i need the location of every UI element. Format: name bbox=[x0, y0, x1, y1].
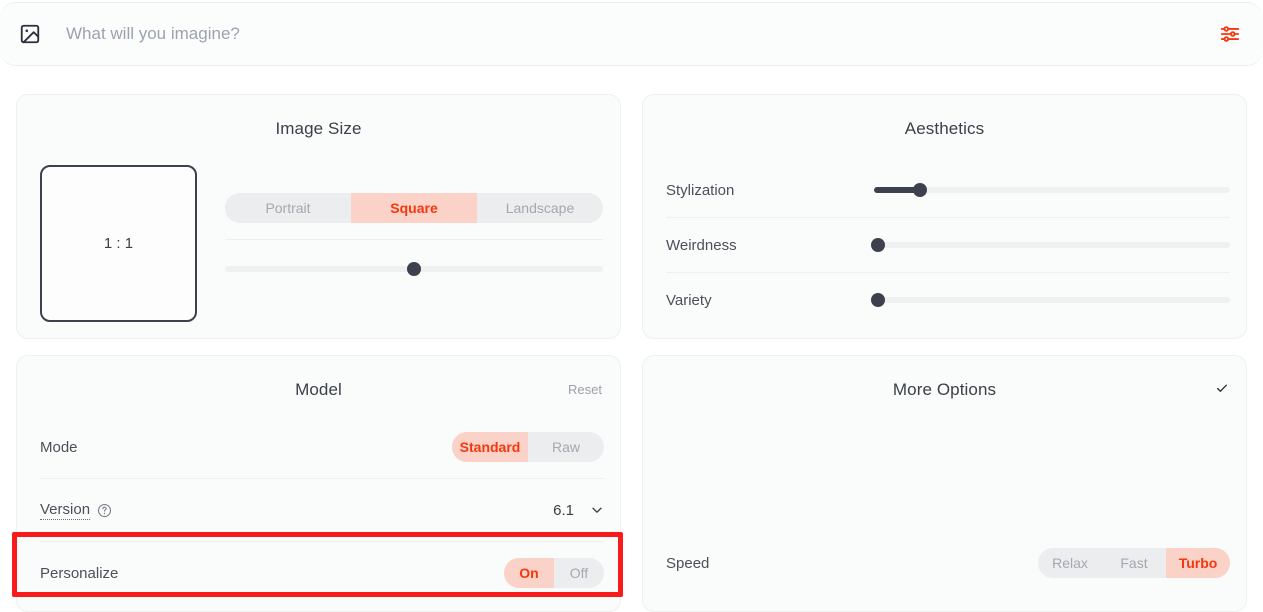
chevron-down-icon bbox=[590, 503, 604, 517]
aesthetics-rows: Stylization Weirdness bbox=[666, 163, 1230, 327]
question-circle-icon[interactable] bbox=[97, 503, 112, 518]
sliders-settings-icon[interactable] bbox=[1217, 21, 1243, 47]
aspect-option-landscape[interactable]: Landscape bbox=[477, 193, 603, 223]
aspect-ratio-label: 1 : 1 bbox=[104, 235, 133, 252]
panel-title-aesthetics: Aesthetics bbox=[643, 95, 1246, 139]
personalize-label: Personalize bbox=[40, 565, 118, 582]
mode-label: Mode bbox=[40, 439, 78, 456]
spacer bbox=[666, 416, 1230, 532]
personalize-segmented-control: On Off bbox=[504, 558, 604, 588]
panel-title-model: Model bbox=[17, 356, 620, 400]
slider-thumb[interactable] bbox=[407, 262, 421, 276]
panel-title-more-options: More Options bbox=[643, 356, 1246, 400]
version-label: Version bbox=[40, 501, 90, 520]
personalize-row: Personalize On Off bbox=[40, 542, 604, 604]
weirdness-slider[interactable] bbox=[874, 239, 1230, 251]
speed-label: Speed bbox=[666, 555, 709, 572]
aspect-option-square[interactable]: Square bbox=[351, 193, 477, 223]
mode-option-standard[interactable]: Standard bbox=[452, 432, 528, 462]
slider-thumb[interactable] bbox=[871, 238, 885, 252]
speed-segmented-control: Relax Fast Turbo bbox=[1038, 548, 1230, 578]
reset-button[interactable]: Reset bbox=[568, 382, 602, 397]
panel-row-bottom: Model Reset Mode Standard Raw Version bbox=[16, 355, 1247, 612]
speed-option-turbo[interactable]: Turbo bbox=[1166, 548, 1230, 578]
variety-slider[interactable] bbox=[874, 294, 1230, 306]
mode-option-raw[interactable]: Raw bbox=[528, 432, 604, 462]
weirdness-label: Weirdness bbox=[666, 237, 874, 254]
panel-aesthetics: Aesthetics Stylization Weirdness bbox=[642, 94, 1247, 339]
version-value: 6.1 bbox=[553, 502, 574, 519]
checkmark-icon[interactable] bbox=[1214, 380, 1230, 396]
speed-option-relax[interactable]: Relax bbox=[1038, 548, 1102, 578]
stylization-slider[interactable] bbox=[874, 184, 1230, 196]
panel-row-top: Image Size 1 : 1 Portrait Square Landsca… bbox=[16, 94, 1247, 339]
version-label-group: Version bbox=[40, 501, 112, 520]
aesthetics-row-weirdness: Weirdness bbox=[666, 218, 1230, 272]
prompt-input[interactable] bbox=[44, 24, 1217, 44]
prompt-bar bbox=[0, 2, 1263, 66]
aesthetics-row-stylization: Stylization bbox=[666, 163, 1230, 217]
slider-track bbox=[874, 297, 1230, 303]
settings-grid: Image Size 1 : 1 Portrait Square Landsca… bbox=[16, 94, 1247, 612]
divider bbox=[225, 239, 603, 240]
slider-thumb[interactable] bbox=[913, 183, 927, 197]
aspect-ratio-preview: 1 : 1 bbox=[40, 165, 197, 322]
slider-track bbox=[874, 187, 1230, 193]
speed-option-fast[interactable]: Fast bbox=[1102, 548, 1166, 578]
version-row: Version 6.1 bbox=[40, 479, 604, 541]
stylization-label: Stylization bbox=[666, 182, 874, 199]
panel-model: Model Reset Mode Standard Raw Version bbox=[16, 355, 621, 612]
more-options-rows: Speed Relax Fast Turbo bbox=[666, 416, 1230, 594]
panel-more-options: More Options Speed Relax Fast Turbo bbox=[642, 355, 1247, 612]
aspect-ratio-segmented-control: Portrait Square Landscape bbox=[225, 193, 603, 223]
speed-row: Speed Relax Fast Turbo bbox=[666, 532, 1230, 594]
version-dropdown[interactable]: 6.1 bbox=[553, 502, 604, 519]
image-size-slider[interactable] bbox=[225, 263, 603, 275]
image-icon bbox=[16, 20, 44, 48]
slider-track bbox=[874, 242, 1230, 248]
aesthetics-row-variety: Variety bbox=[666, 273, 1230, 327]
variety-label: Variety bbox=[666, 292, 874, 309]
slider-thumb[interactable] bbox=[871, 293, 885, 307]
image-size-controls: Portrait Square Landscape bbox=[225, 193, 603, 275]
aspect-option-portrait[interactable]: Portrait bbox=[225, 193, 351, 223]
model-rows: Mode Standard Raw Version bbox=[40, 416, 604, 604]
panel-image-size: Image Size 1 : 1 Portrait Square Landsca… bbox=[16, 94, 621, 339]
panel-title-image-size: Image Size bbox=[17, 95, 620, 139]
mode-row: Mode Standard Raw bbox=[40, 416, 604, 478]
mode-segmented-control: Standard Raw bbox=[452, 432, 604, 462]
personalize-option-off[interactable]: Off bbox=[554, 558, 604, 588]
personalize-option-on[interactable]: On bbox=[504, 558, 554, 588]
